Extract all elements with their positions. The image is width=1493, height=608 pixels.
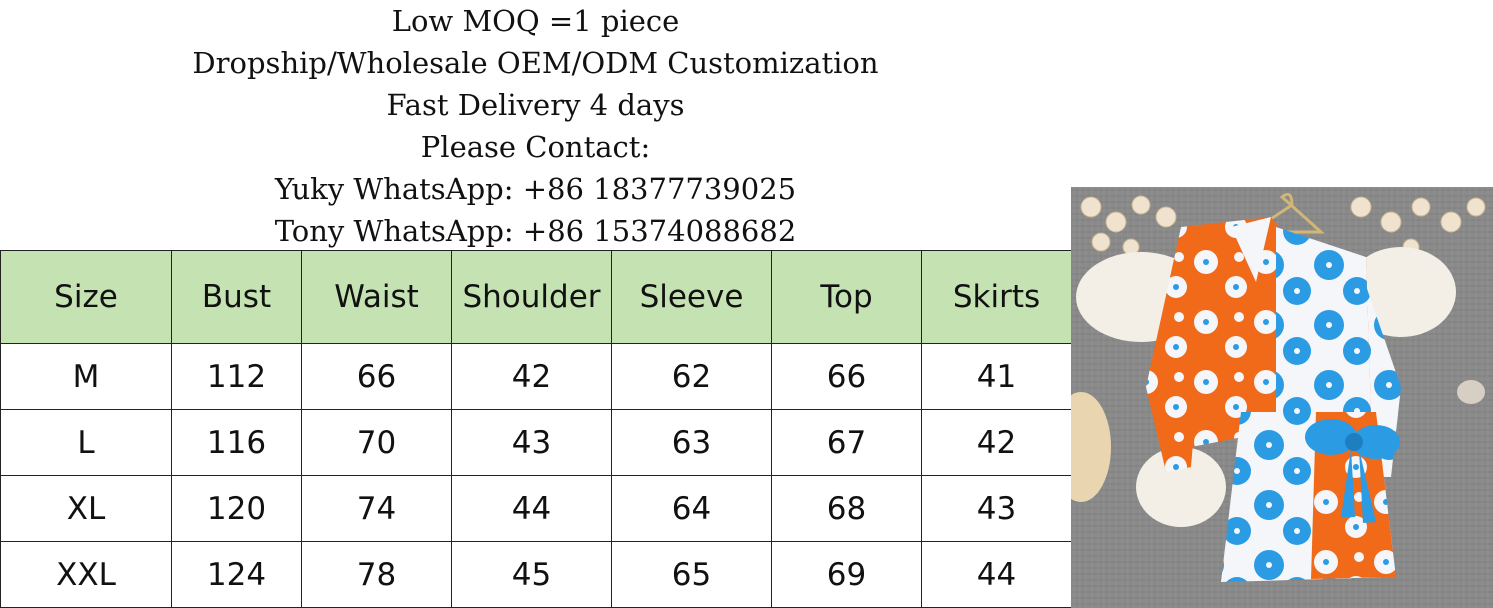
product-image-panel: [1071, 0, 1493, 608]
contact-yuky: Yuky WhatsApp: +86 18377739025: [274, 172, 797, 206]
moq-line: Low MOQ =1 piece: [391, 4, 680, 38]
column-header-skirts: Skirts: [921, 250, 1072, 344]
table-header-row: Size Bust Waist Shoulder Sleeve Top Skir…: [0, 250, 1072, 344]
table-cell: 45: [451, 541, 612, 608]
table-cell: 44: [921, 541, 1072, 608]
table-cell: XXL: [0, 541, 172, 608]
table-row: M 112 66 42 62 66 41: [0, 343, 1072, 410]
table-cell: 65: [611, 541, 772, 608]
column-header-shoulder: Shoulder: [451, 250, 612, 344]
table-cell: 43: [451, 409, 612, 476]
table-cell: 66: [771, 343, 922, 410]
table-cell: 69: [771, 541, 922, 608]
contact-info-header: Low MOQ =1 piece Dropship/Wholesale OEM/…: [0, 0, 1071, 250]
table-cell: L: [0, 409, 172, 476]
size-table: Size Bust Waist Shoulder Sleeve Top Skir…: [0, 250, 1072, 608]
shirt-right-half: [1276, 227, 1371, 422]
table-cell: 67: [771, 409, 922, 476]
table-row: XL 120 74 44 64 68 43: [0, 475, 1072, 542]
column-header-size: Size: [0, 250, 172, 344]
contact-heading: Please Contact:: [420, 130, 651, 164]
table-row: L 116 70 43 63 67 42: [0, 409, 1072, 476]
table-cell: 70: [301, 409, 452, 476]
dress-illustration: [1071, 187, 1493, 608]
table-row: XXL 124 78 45 65 69 44: [0, 541, 1072, 608]
table-cell: 116: [171, 409, 302, 476]
table-cell: 44: [451, 475, 612, 542]
table-cell: 64: [611, 475, 772, 542]
contact-tony: Tony WhatsApp: +86 15374088682: [274, 214, 797, 248]
table-cell: XL: [0, 475, 172, 542]
table-cell: M: [0, 343, 172, 410]
table-cell: 63: [611, 409, 772, 476]
column-header-top: Top: [771, 250, 922, 344]
column-header-sleeve: Sleeve: [611, 250, 772, 344]
product-photo: [1071, 187, 1493, 608]
table-cell: 41: [921, 343, 1072, 410]
table-cell: 120: [171, 475, 302, 542]
delivery-line: Fast Delivery 4 days: [386, 88, 685, 122]
table-cell: 42: [451, 343, 612, 410]
table-cell: 112: [171, 343, 302, 410]
table-cell: 78: [301, 541, 452, 608]
size-chart-panel: Low MOQ =1 piece Dropship/Wholesale OEM/…: [0, 0, 1072, 608]
table-cell: 68: [771, 475, 922, 542]
table-cell: 74: [301, 475, 452, 542]
table-cell: 62: [611, 343, 772, 410]
table-cell: 43: [921, 475, 1072, 542]
table-cell: 66: [301, 343, 452, 410]
column-header-bust: Bust: [171, 250, 302, 344]
column-header-waist: Waist: [301, 250, 452, 344]
table-cell: 42: [921, 409, 1072, 476]
table-cell: 124: [171, 541, 302, 608]
shell-decor: [1457, 380, 1485, 404]
service-line: Dropship/Wholesale OEM/ODM Customization: [192, 46, 879, 80]
